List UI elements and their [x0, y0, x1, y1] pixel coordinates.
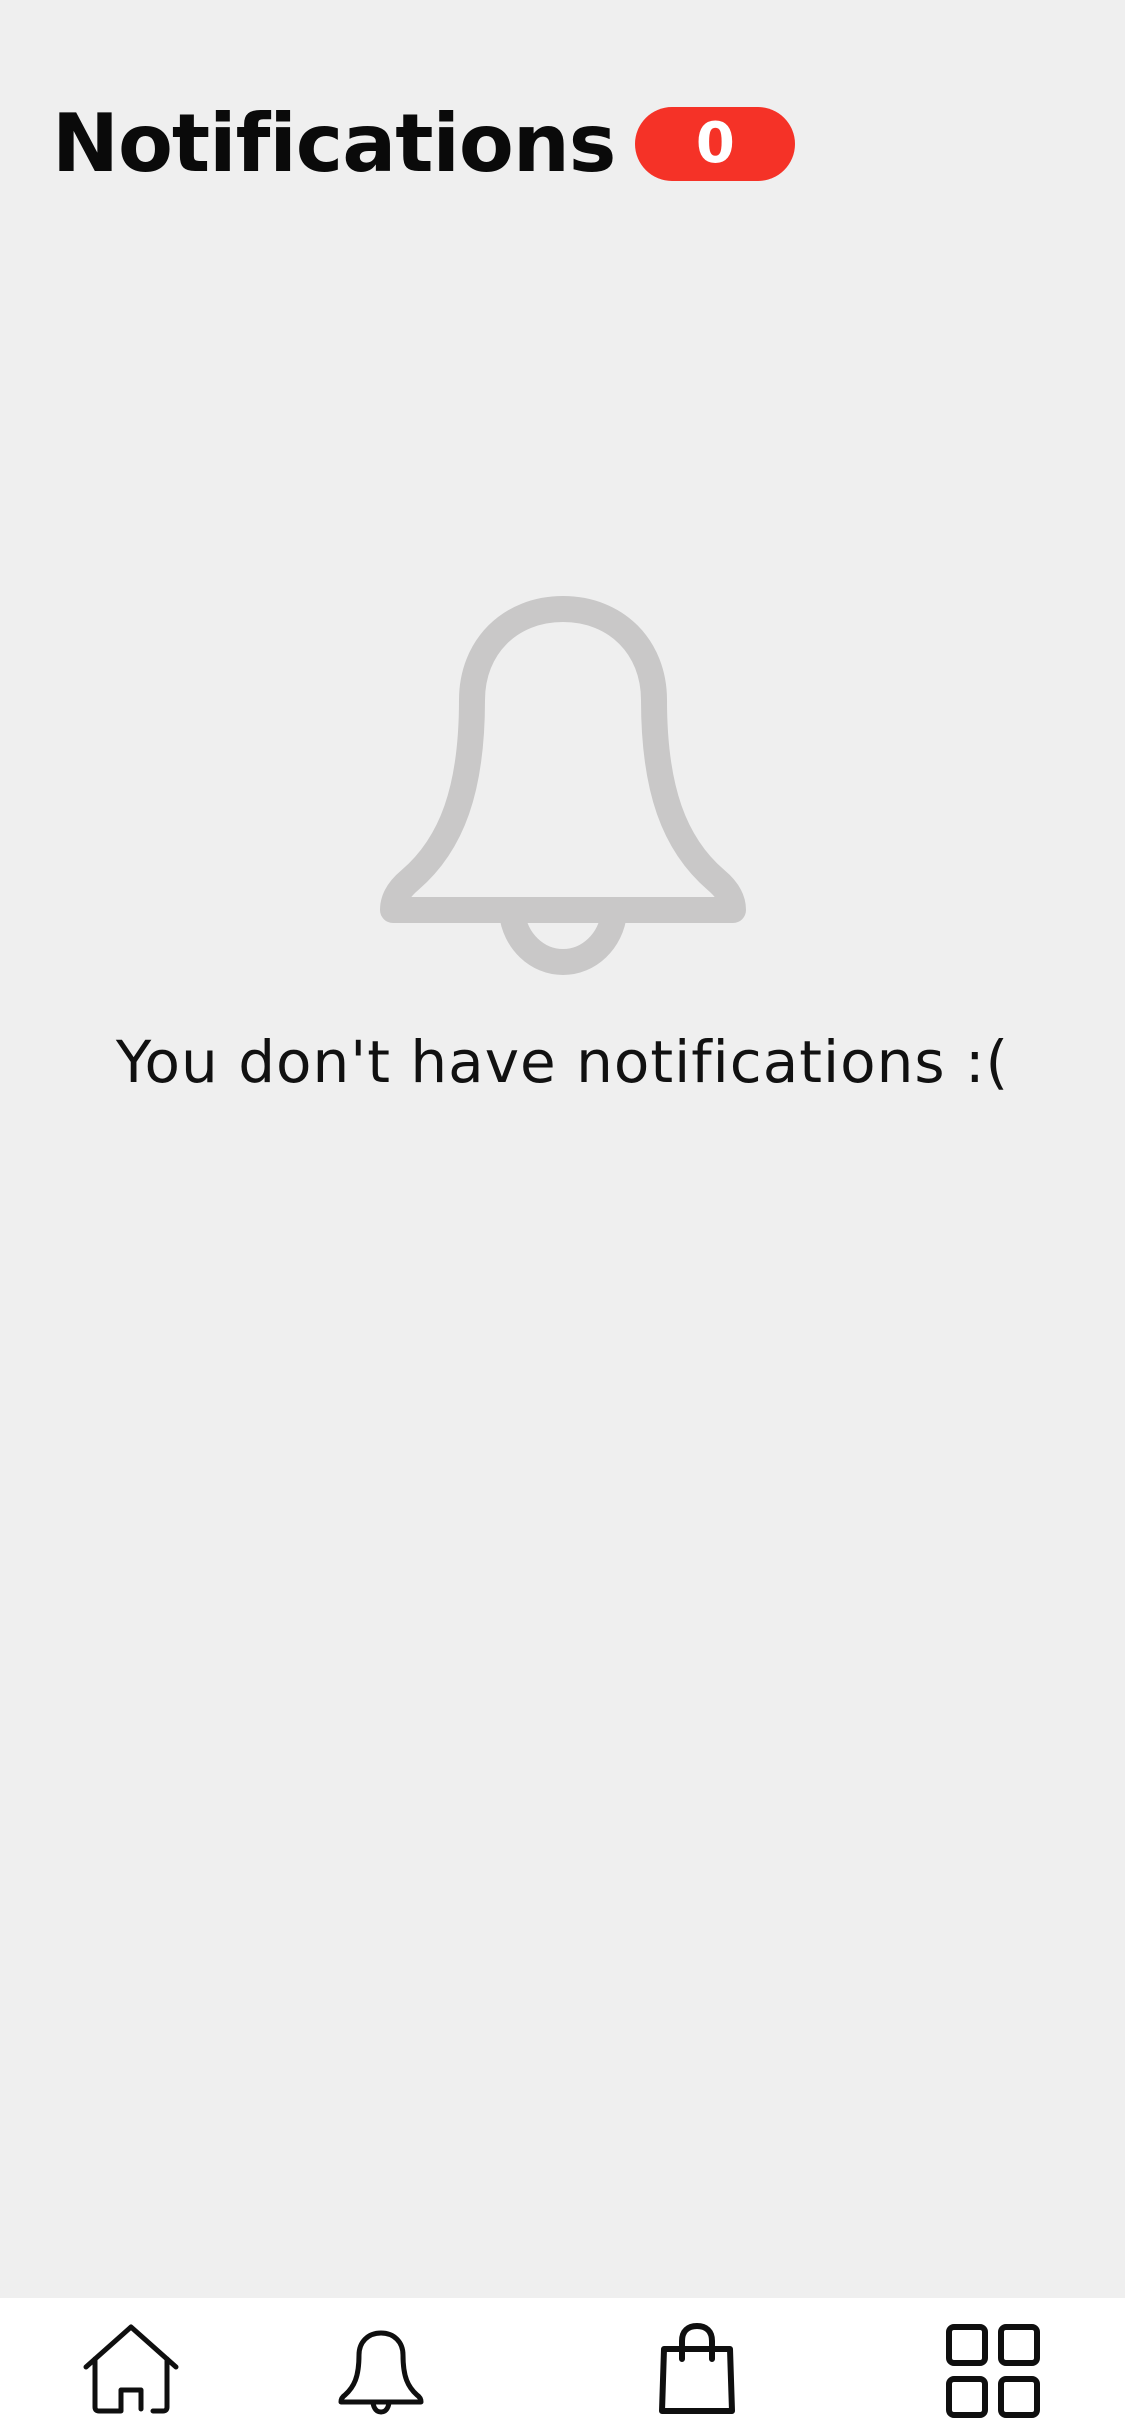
page-title: Notifications [52, 97, 616, 190]
home-icon [83, 2324, 179, 2414]
nav-notifications[interactable] [326, 2316, 436, 2426]
shopping-bag-icon [659, 2323, 735, 2414]
grid-icon [946, 2324, 1040, 2418]
bell-icon [338, 2330, 424, 2415]
bell-icon [379, 596, 746, 975]
empty-state: You don't have notifications :( [0, 590, 1125, 1096]
bottom-nav [0, 2298, 1125, 2436]
nav-shop[interactable] [642, 2316, 752, 2426]
header: Notifications 0 [52, 97, 796, 190]
empty-message: You don't have notifications :( [115, 1028, 1010, 1096]
notification-count-badge: 0 [635, 107, 796, 181]
nav-home[interactable] [76, 2316, 186, 2426]
nav-menu[interactable] [938, 2316, 1048, 2426]
